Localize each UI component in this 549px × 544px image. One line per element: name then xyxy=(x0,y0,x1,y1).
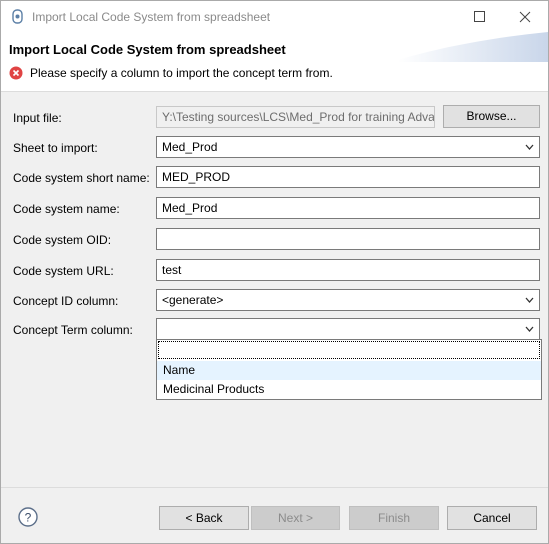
next-button[interactable]: Next > xyxy=(251,506,340,530)
input-file-field[interactable]: Y:\Testing sources\LCS\Med_Prod for trai… xyxy=(156,106,435,128)
wizard-banner: Import Local Code System from spreadshee… xyxy=(1,32,548,92)
banner-title: Import Local Code System from spreadshee… xyxy=(9,42,286,57)
oid-input[interactable] xyxy=(156,228,540,250)
maximize-button[interactable] xyxy=(457,1,503,32)
concept-id-select[interactable]: <generate> xyxy=(156,289,540,311)
import-dialog: Import Local Code System from spreadshee… xyxy=(0,0,549,544)
url-input[interactable]: test xyxy=(156,259,540,281)
chevron-down-icon xyxy=(525,144,534,150)
close-button[interactable] xyxy=(502,1,548,32)
maximize-icon xyxy=(474,11,485,22)
short-name-label: Code system short name: xyxy=(13,171,150,185)
concept-term-label: Concept Term column: xyxy=(13,323,133,337)
close-icon xyxy=(519,11,531,23)
sheet-value: Med_Prod xyxy=(162,140,218,154)
concept-term-dropdown: Name Medicinal Products xyxy=(156,339,542,400)
minimize-button[interactable] xyxy=(364,1,410,32)
back-button[interactable]: < Back xyxy=(159,506,249,530)
concept-id-label: Concept ID column: xyxy=(13,294,119,308)
dropdown-option-name[interactable]: Name xyxy=(157,361,541,380)
cancel-button[interactable]: Cancel xyxy=(447,506,537,530)
input-file-label: Input file: xyxy=(13,111,62,125)
sheet-select[interactable]: Med_Prod xyxy=(156,136,540,158)
minimize-icon xyxy=(382,16,392,18)
oid-label: Code system OID: xyxy=(13,233,112,247)
finish-button[interactable]: Finish xyxy=(349,506,439,530)
window-title: Import Local Code System from spreadshee… xyxy=(32,10,271,24)
app-icon xyxy=(12,9,23,24)
url-label: Code system URL: xyxy=(13,264,114,278)
title-bar: Import Local Code System from spreadshee… xyxy=(1,1,548,32)
error-message: Please specify a column to import the co… xyxy=(30,66,333,80)
name-input[interactable]: Med_Prod xyxy=(156,197,540,219)
dropdown-option-empty[interactable] xyxy=(158,341,540,359)
banner-decoration xyxy=(398,32,548,62)
dropdown-option-medicinal-products[interactable]: Medicinal Products xyxy=(157,380,541,399)
name-label: Code system name: xyxy=(13,202,120,216)
error-icon xyxy=(9,66,23,80)
browse-button[interactable]: Browse... xyxy=(443,105,540,128)
sheet-label: Sheet to import: xyxy=(13,141,98,155)
concept-id-value: <generate> xyxy=(162,293,224,307)
short-name-input[interactable]: MED_PROD xyxy=(156,166,540,188)
chevron-down-icon xyxy=(525,297,534,303)
chevron-down-icon xyxy=(525,326,534,332)
concept-term-select[interactable] xyxy=(156,318,540,340)
footer-separator xyxy=(1,487,548,488)
svg-text:?: ? xyxy=(25,511,32,525)
help-icon[interactable]: ? xyxy=(18,507,38,527)
